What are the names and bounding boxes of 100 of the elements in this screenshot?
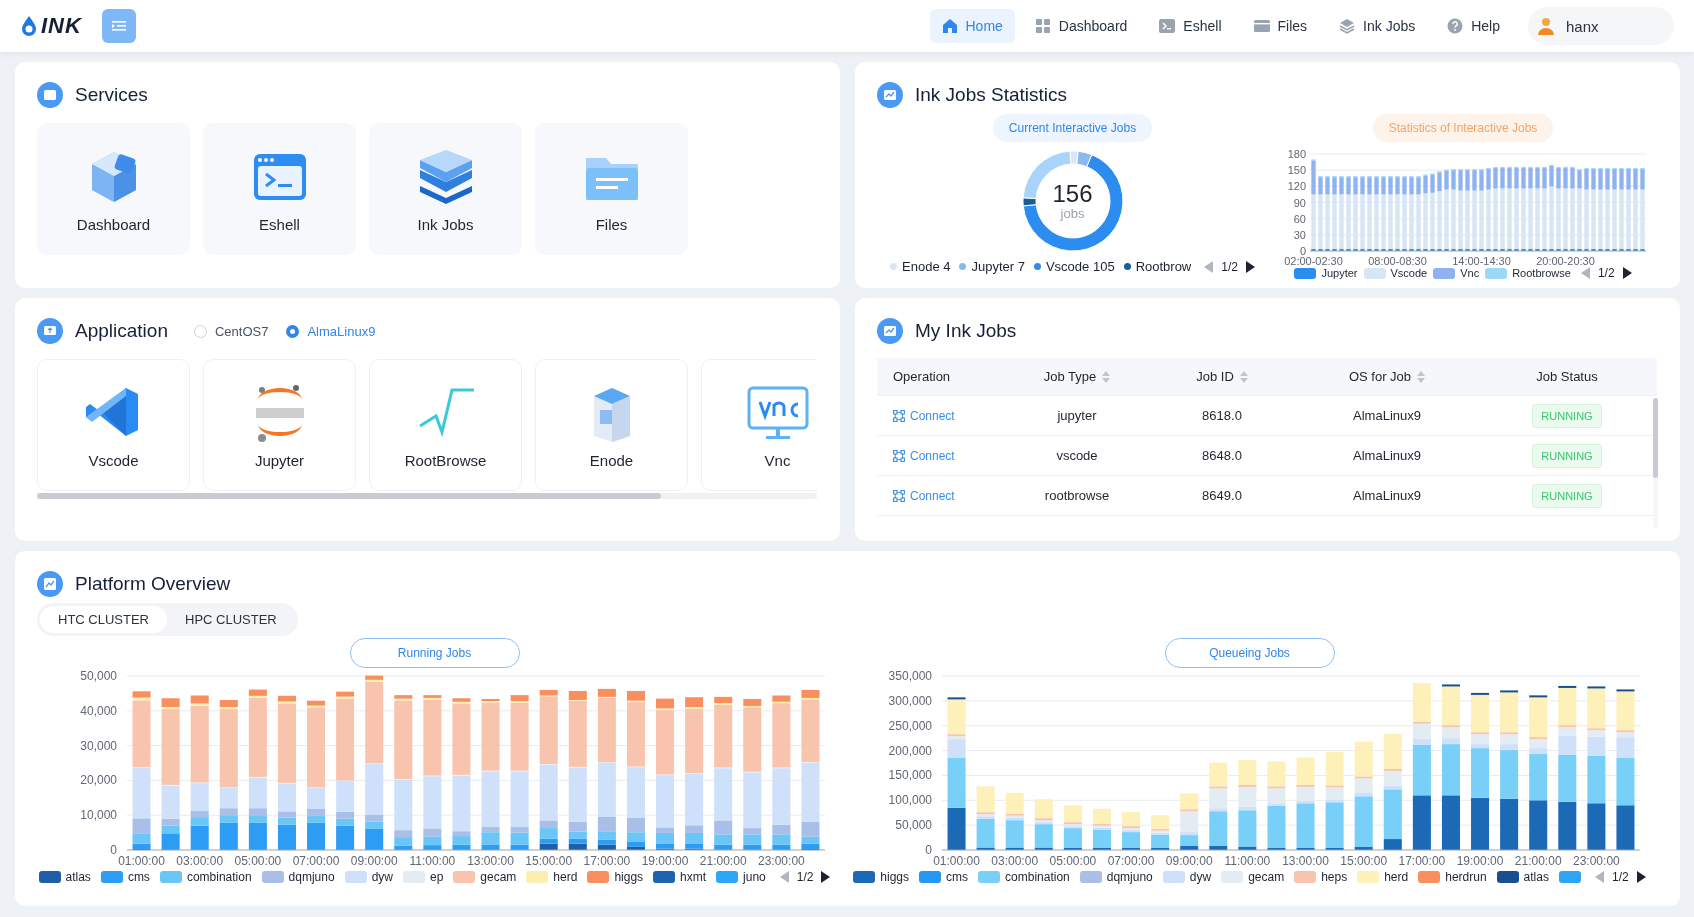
axis-label: 07:00:00 [1107, 854, 1154, 868]
axis-label: 23:00:00 [757, 854, 805, 868]
legend-label: heps [1321, 870, 1348, 884]
axis-label: 150,000 [888, 768, 932, 783]
axis-label: 15:00:00 [1339, 854, 1387, 868]
page-indicator: 1/2 [796, 870, 814, 884]
table-cell: jupyter [1057, 408, 1097, 423]
legend-label: herd [1384, 870, 1409, 884]
axis-label: 09:00:00 [1165, 854, 1213, 868]
table-cell: AlmaLinux9 [1353, 408, 1421, 423]
legend-label: Rootbrow [1135, 259, 1192, 274]
table-cell: 8618.0 [1202, 408, 1242, 423]
axis-label: 01:00:00 [932, 854, 980, 868]
axis-label: 0 [924, 843, 932, 857]
status-badge: RUNNING [1532, 403, 1602, 428]
legend-label: juno [743, 870, 766, 884]
axis-label: 120 [1287, 180, 1306, 193]
chart-title: Current Interactive Jobs [992, 114, 1153, 142]
page-indicator: 1/2 [1611, 870, 1629, 884]
axis-label: 30,000 [79, 738, 117, 753]
axis-label: 150 [1287, 164, 1306, 177]
legend-label: atlas [65, 870, 91, 884]
axis-label: 19:00:00 [1456, 854, 1503, 868]
axis-label: 10,000 [79, 808, 117, 823]
axis-label: 03:00:00 [990, 854, 1038, 868]
legend-label: higgs [614, 870, 644, 884]
axis-label: 13:00:00 [466, 854, 514, 868]
table-cell: 8648.0 [1202, 448, 1242, 463]
total-count: 156 [1052, 181, 1093, 206]
column-header: Job Type [1043, 369, 1097, 384]
legend-label: dyw [371, 870, 393, 884]
legend-label: atlas [1523, 870, 1549, 884]
legend-label: combination [186, 870, 252, 884]
count-label: jobs [1060, 205, 1085, 221]
column-header: OS for Job [1348, 369, 1412, 384]
axis-label: 60 [1293, 212, 1306, 225]
column-header: Operation [893, 369, 951, 384]
axis-label: 90 [1293, 196, 1306, 209]
axis-label: 0 [1299, 245, 1306, 257]
axis-label: 08:00-08:30 [1368, 255, 1427, 267]
section-title: Platform Overview [75, 573, 231, 595]
axis-label: 17:00:00 [1398, 854, 1445, 868]
section-title: Ink Jobs Statistics [915, 84, 1068, 106]
chart-title: Statistics of Interactive Jobs [1372, 114, 1554, 142]
legend-label: dyw [1189, 870, 1212, 884]
axis-label: 05:00:00 [234, 854, 281, 868]
legend-label: Jupyter 7 [971, 259, 1025, 274]
legend-label: higgs [880, 870, 910, 884]
axis-label: 17:00:00 [583, 854, 630, 868]
legend-label: combination [1005, 870, 1070, 884]
legend-label: Vscode [1390, 267, 1428, 279]
axis-label: 15:00:00 [524, 854, 572, 868]
legend-label: Vnc [1460, 267, 1480, 279]
legend-label: ep [429, 870, 444, 884]
column-header: Job Status [1536, 369, 1598, 384]
axis-label: 0 [109, 843, 117, 857]
section-title: Application [75, 320, 168, 342]
column-header: Job ID [1196, 369, 1234, 384]
table-cell: 8649.0 [1202, 488, 1242, 503]
axis-label: 20:00-20:30 [1536, 255, 1595, 267]
axis-label: 02:00-02:30 [1284, 255, 1343, 267]
section-title: My Ink Jobs [915, 320, 1017, 342]
axis-label: 05:00:00 [1049, 854, 1096, 868]
legend-label: dqmjuno [288, 870, 335, 884]
axis-label: 11:00:00 [408, 854, 455, 868]
axis-label: 250,000 [888, 718, 932, 733]
legend-label: cms [127, 870, 150, 884]
legend-label: dqmjuno [1106, 870, 1153, 884]
table-cell: AlmaLinux9 [1353, 448, 1421, 463]
legend-label: herd [553, 870, 578, 884]
axis-label: 07:00:00 [292, 854, 339, 868]
axis-label: 200,000 [888, 743, 932, 758]
legend-label: hxmt [680, 870, 707, 884]
table-cell: vscode [1056, 448, 1098, 463]
legend-label: gecam [480, 870, 517, 884]
legend-label: Jupyter [1321, 267, 1358, 279]
table-cell: AlmaLinux9 [1353, 488, 1421, 503]
legend-label: cms [946, 870, 969, 884]
axis-label: 50,000 [894, 818, 932, 833]
axis-label: 19:00:00 [641, 854, 688, 868]
axis-label: 01:00:00 [117, 854, 165, 868]
axis-label: 180 [1287, 148, 1306, 160]
legend-label: gecam [1248, 870, 1285, 884]
section-title: Services [75, 84, 148, 106]
axis-label: 40,000 [79, 703, 117, 718]
table-cell: rootbrowse [1044, 488, 1110, 503]
legend-label: Rootbrowse [1512, 267, 1571, 279]
legend-label: Vscode 105 [1045, 259, 1115, 274]
axis-label: 21:00:00 [699, 854, 747, 868]
axis-label: 100,000 [888, 793, 932, 808]
axis-label: 03:00:00 [175, 854, 223, 868]
axis-label: 13:00:00 [1281, 854, 1329, 868]
axis-label: 30 [1293, 228, 1306, 241]
axis-label: 11:00:00 [1223, 854, 1270, 868]
page-indicator: 1/2 [1221, 259, 1238, 274]
page-indicator: 1/2 [1597, 266, 1615, 280]
status-badge: RUNNING [1532, 483, 1602, 508]
legend-label: herdrun [1445, 870, 1487, 884]
legend-label: Enode 4 [902, 259, 951, 274]
axis-label: 09:00:00 [350, 854, 398, 868]
